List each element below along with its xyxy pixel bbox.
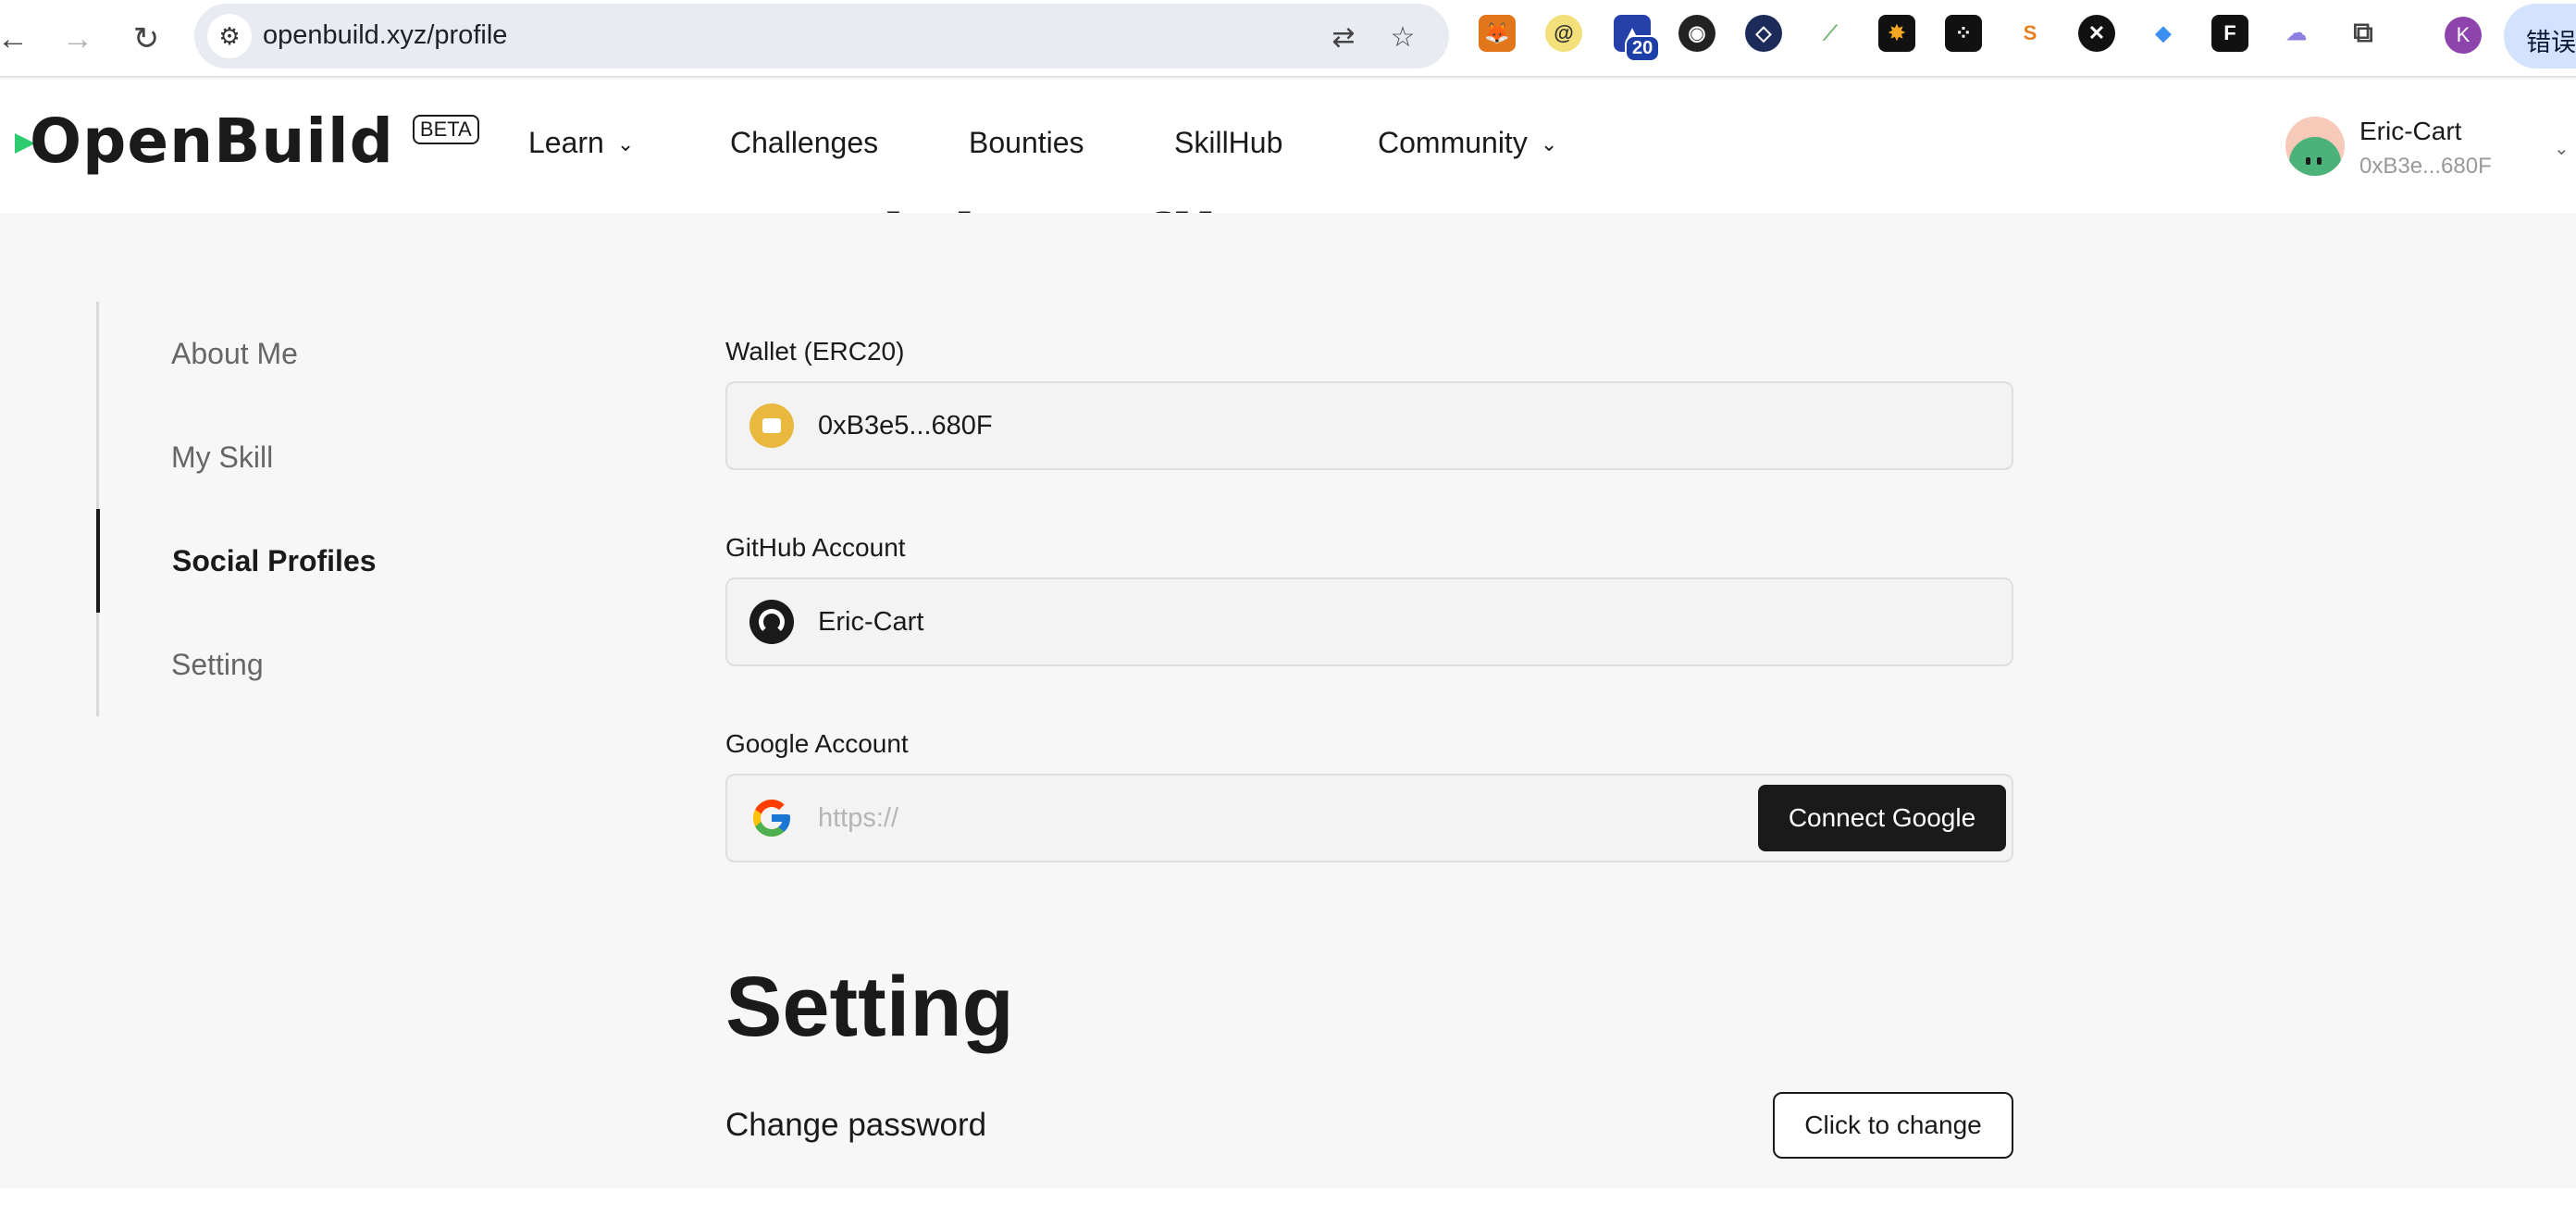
wallet-field: 0xB3e5...680F [725,381,2013,470]
user-name: Eric-Cart [2359,117,2462,145]
extension-icon[interactable]: ⁘ [1945,15,1982,52]
reload-icon[interactable]: ↻ [124,17,168,61]
extension-icon[interactable]: ◆ [2145,15,2182,52]
nav-label: Challenges [730,126,879,159]
nav-label: Learn [528,126,604,159]
nav-community[interactable]: Community ⌄ [1378,126,1557,160]
sidebar-item-my-skill[interactable]: My Skill [99,405,469,509]
browser-profile-avatar[interactable]: K [2445,17,2482,54]
social-profiles-heading: Social Profiles [725,176,1373,213]
nav-skillhub[interactable]: SkillHub [1174,126,1282,160]
wallet-address: 0xB3e5...680F [818,411,993,440]
bottom-strip [0,1188,2576,1216]
url-text[interactable]: openbuild.xyz/profile [263,20,507,51]
logo-text: OpenBuild [30,105,394,177]
wallet-icon [749,403,794,448]
nav-challenges[interactable]: Challenges [730,126,878,160]
github-label: GitHub Account [725,533,906,562]
setting-title: Setting [725,960,1014,1054]
github-field: Eric-Cart [725,577,2013,666]
error-pill[interactable]: 错误 [2504,4,2576,68]
site-settings-icon[interactable]: ⚙ [207,14,252,58]
extension-icon[interactable]: ☁ [2278,15,2315,52]
back-arrow-icon[interactable]: ← [0,17,35,61]
github-username: Eric-Cart [818,607,924,637]
nav-label: Bounties [969,126,1084,159]
bookmark-star-icon[interactable]: ☆ [1384,19,1421,56]
openbuild-logo[interactable]: OpenBuild BETA [15,111,479,172]
nav-learn[interactable]: Learn ⌄ [528,126,634,160]
connect-google-button[interactable]: Connect Google [1758,785,2006,851]
sidebar-item-about-me[interactable]: About Me [99,302,469,405]
change-password-button[interactable]: Click to change [1773,1092,2013,1159]
metamask-extension-icon[interactable]: 🦊 [1479,15,1516,52]
extension-icon[interactable]: ⟋ [1812,15,1849,52]
google-icon [749,796,794,840]
avatar [2285,117,2345,176]
extension-badge: 20 [1625,35,1661,62]
beta-badge: BETA [412,115,479,145]
sidebar-item-label: About Me [171,336,298,370]
address-bar[interactable]: ⚙ openbuild.xyz/profile ⇄ ☆ [194,4,1449,68]
change-password-label: Change password [725,1107,987,1143]
sidebar-item-label: Setting [171,647,264,681]
sidebar-item-label: Social Profiles [172,543,377,577]
browser-toolbar: ← → ↻ ⚙ openbuild.xyz/profile ⇄ ☆ 🦊 @ ▲ … [0,0,2576,78]
translate-icon[interactable]: ⇄ [1325,19,1362,56]
extension-icon[interactable]: F [2211,15,2248,52]
github-icon [749,600,794,644]
sidebar-item-setting[interactable]: Setting [99,613,469,716]
user-address: 0xB3e...680F [2359,154,2492,179]
chevron-down-icon: ⌄ [2554,139,2570,159]
extension-icon[interactable]: ◉ [1678,15,1715,52]
forward-arrow-icon[interactable]: → [56,17,100,61]
extension-icon[interactable]: S [2012,15,2049,52]
chevron-down-icon: ⌄ [1540,131,1558,155]
extension-icon[interactable]: ◇ [1745,15,1782,52]
extension-icon[interactable]: ✸ [1878,15,1915,52]
sidebar-item-social-profiles[interactable]: Social Profiles [96,509,466,613]
nav-label: SkillHub [1174,126,1283,159]
google-label: Google Account [725,729,909,758]
extension-icon[interactable]: @ [1545,15,1582,52]
extensions-puzzle-icon[interactable]: ⧉ [2345,15,2382,52]
nav-label: Community [1378,126,1528,159]
google-url-input[interactable]: https:// [818,803,898,834]
nav-bounties[interactable]: Bounties [969,126,1084,160]
chevron-down-icon: ⌄ [616,131,635,155]
extension-icon[interactable]: ✕ [2078,15,2115,52]
wallet-label: Wallet (ERC20) [725,337,905,366]
user-menu[interactable]: Eric-Cart 0xB3e...680F ⌄ [2285,117,2570,185]
sidebar-item-label: My Skill [171,440,274,474]
google-field: https:// Connect Google [725,774,2013,862]
profile-sidebar: About Me My Skill Social Profiles Settin… [96,302,466,716]
